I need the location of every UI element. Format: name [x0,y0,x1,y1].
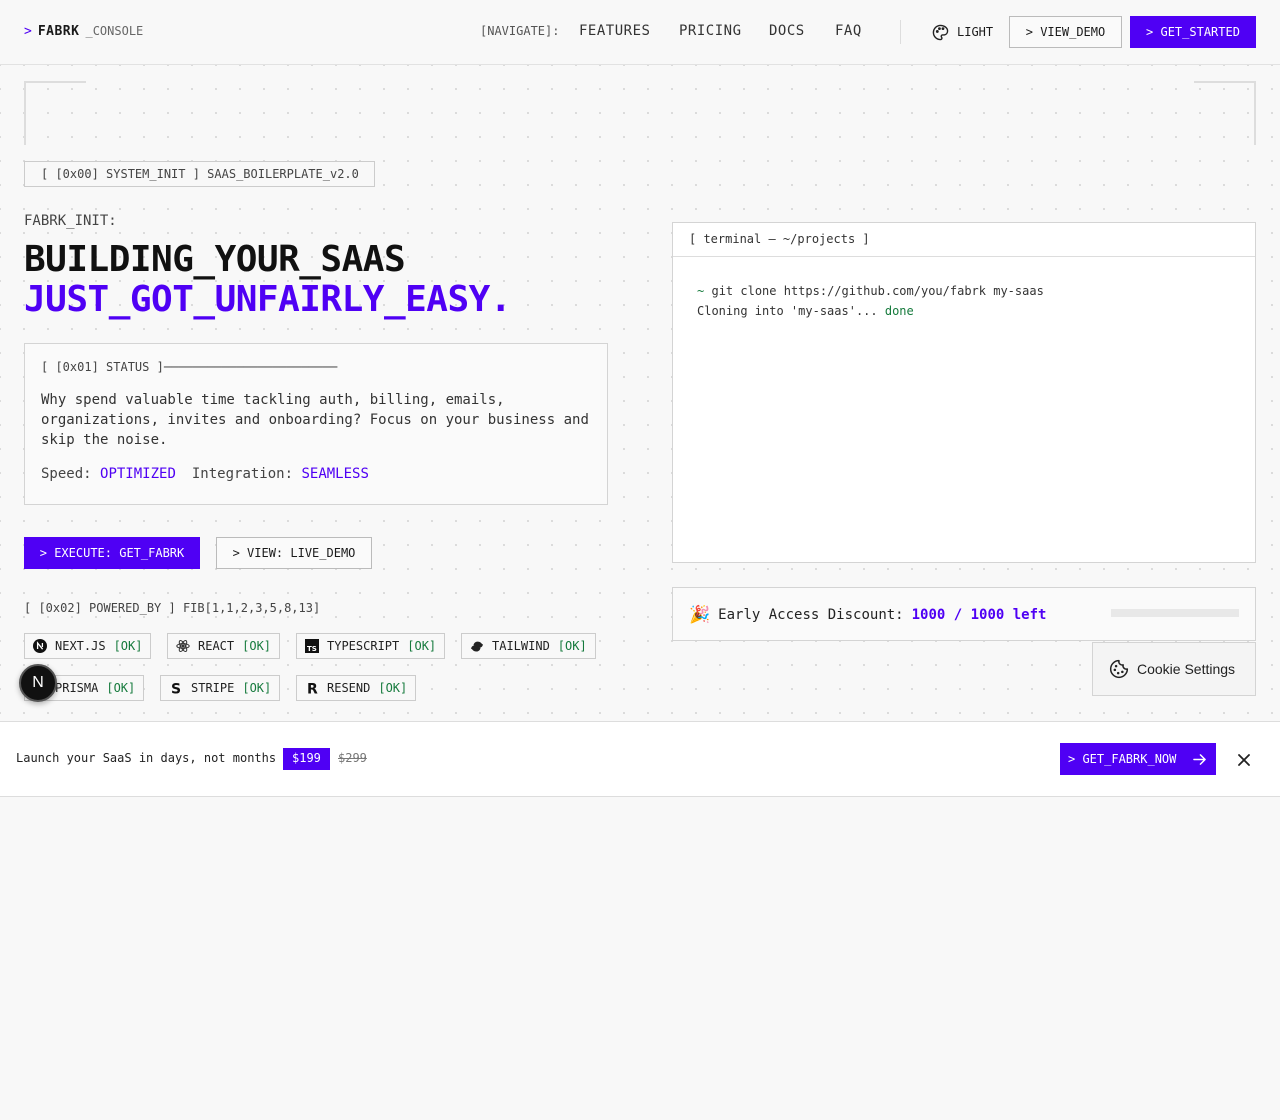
tech-badge-tailwind: TAILWIND [OK] [461,633,596,659]
headline-line-1: BUILDING_YOUR_SAAS [24,239,406,280]
integration-label: Integration: [191,466,294,482]
brand-prompt: > [24,24,32,39]
early-access-discount: 🎉 Early Access Discount: 1000 / 1000 lef… [672,587,1256,641]
promo-price: $199 [283,748,330,770]
tech-status: [OK] [242,681,272,695]
tech-badge-react: REACT [OK] [167,633,281,659]
init-label: FABRK_INIT: [24,213,117,229]
nextjs-icon [33,639,47,653]
cookie-settings-button[interactable]: Cookie Settings [1092,642,1256,696]
status-card: [ [0x01] STATUS ]───────────────────────… [24,343,608,505]
tech-badge-stripe: S STRIPE [OK] [160,675,281,701]
nav-label: [NAVIGATE]: [480,24,560,38]
tech-status: [OK] [242,639,272,653]
tech-status: [OK] [557,639,587,653]
discount-label: Early Access Discount: [718,607,904,623]
svg-text:R: R [307,682,318,696]
tech-name: PRISMA [55,681,99,695]
tech-badge-nextjs: NEXT.JS [OK] [24,633,152,659]
get-fabrk-now-button[interactable]: > GET_FABRK_NOW [1060,743,1216,775]
discount-progress-fill [1111,609,1239,617]
tech-name: TYPESCRIPT [327,639,400,653]
cookie-settings-label: Cookie Settings [1137,661,1236,677]
powered-by-label: [ [0x02] POWERED_BY ] FIB[1,1,2,3,5,8,13… [24,601,321,615]
tech-name: TAILWIND [492,639,550,653]
terminal-title: [ terminal — ~/projects ] [673,223,1255,257]
get-started-button[interactable]: > GET_STARTED [1130,16,1256,48]
svg-text:S: S [171,682,181,696]
status-title: [ [0x01] STATUS ]───────────────────────… [41,360,338,374]
headline-line-2: JUST_GOT_UNFAIRLY_EASY. [24,279,512,320]
typescript-icon: TS [305,639,319,653]
promo-old-price: $299 [338,751,367,765]
brand-name: FABRK [37,24,80,39]
nav-features[interactable]: FEATURES [579,23,650,39]
arrow-right-icon [1193,754,1206,765]
promo-cta-label: > GET_FABRK_NOW [1068,752,1177,766]
terminal-body: ~ git clone https://github.com/you/fabrk… [673,257,1255,345]
status-description: Why spend valuable time tackling auth, b… [41,392,589,448]
nextjs-dev-badge[interactable]: N [19,664,57,702]
execute-get-fabrk-button[interactable]: > EXECUTE: GET_FABRK [24,537,200,569]
svg-text:TS: TS [307,645,317,653]
tech-status: [OK] [113,639,143,653]
system-init-tag: [ [0x00] SYSTEM_INIT ] SAAS_BOILERPLATE_… [24,161,375,187]
terminal-command: git clone https://github.com/you/fabrk m… [711,284,1044,298]
view-demo-button[interactable]: > VIEW_DEMO [1009,16,1122,48]
hero-section: [ [0x00] SYSTEM_INIT ] SAAS_BOILERPLATE_… [0,65,1280,721]
speed-value: OPTIMIZED [100,466,176,482]
nav-docs[interactable]: DOCS [769,23,805,39]
palette-icon [932,24,949,40]
nav-pricing[interactable]: PRICING [679,23,742,39]
tech-status: [OK] [378,681,408,695]
tech-badge-resend: R RESEND [OK] [296,675,417,701]
tech-name: STRIPE [191,681,235,695]
party-popper-icon: 🎉 [689,605,711,624]
cookie-icon [1109,659,1129,679]
stripe-icon: S [169,681,183,696]
terminal-output: Cloning into 'my-saas'... [697,304,878,318]
react-icon [176,639,190,653]
tailwind-icon [470,639,484,653]
terminal-output-status: done [884,304,914,318]
resend-icon: R [305,681,319,696]
tech-status: [OK] [407,639,437,653]
discount-text: 🎉 Early Access Discount: 1000 / 1000 lef… [689,605,1046,625]
nav-faq[interactable]: FAQ [835,23,862,39]
terminal-window: [ terminal — ~/projects ] ~ git clone ht… [672,222,1256,563]
terminal-output-line: Cloning into 'my-saas'... done [697,301,1231,321]
speed-label: Speed: [41,466,92,482]
discount-value: 1000 / 1000 left [911,607,1047,623]
tech-name: NEXT.JS [55,639,106,653]
integration-value: SEAMLESS [301,466,369,482]
terminal-command-line: ~ git clone https://github.com/you/fabrk… [697,281,1231,301]
terminal-prompt: ~ [697,284,705,298]
corner-bracket-right [1194,81,1256,145]
brand-subtitle: _CONSOLE [85,24,144,38]
corner-bracket-left [24,81,86,145]
discount-progress-bar [1111,609,1239,617]
next-badge-letter: N [32,674,44,691]
view-live-demo-button[interactable]: > VIEW: LIVE_DEMO [216,537,372,569]
status-metrics: Speed: OPTIMIZED Integration: SEAMLESS [41,466,591,482]
tech-name: REACT [198,639,235,653]
tech-status: [OK] [106,681,136,695]
promo-message: Launch your SaaS in days, not months [16,751,277,765]
theme-label: LIGHT [957,25,994,39]
top-navbar: > FABRK _CONSOLE [NAVIGATE]: FEATURES PRIC… [0,0,1280,65]
brand-logo[interactable]: > FABRK _CONSOLE [24,24,143,39]
promo-banner: Launch your SaaS in days, not months $19… [0,721,1280,797]
close-icon[interactable] [1236,752,1252,768]
tech-name: RESEND [327,681,371,695]
theme-toggle-button[interactable]: LIGHT [932,22,993,42]
nav-divider [900,20,901,44]
tech-badge-typescript: TS TYPESCRIPT [OK] [296,633,446,659]
